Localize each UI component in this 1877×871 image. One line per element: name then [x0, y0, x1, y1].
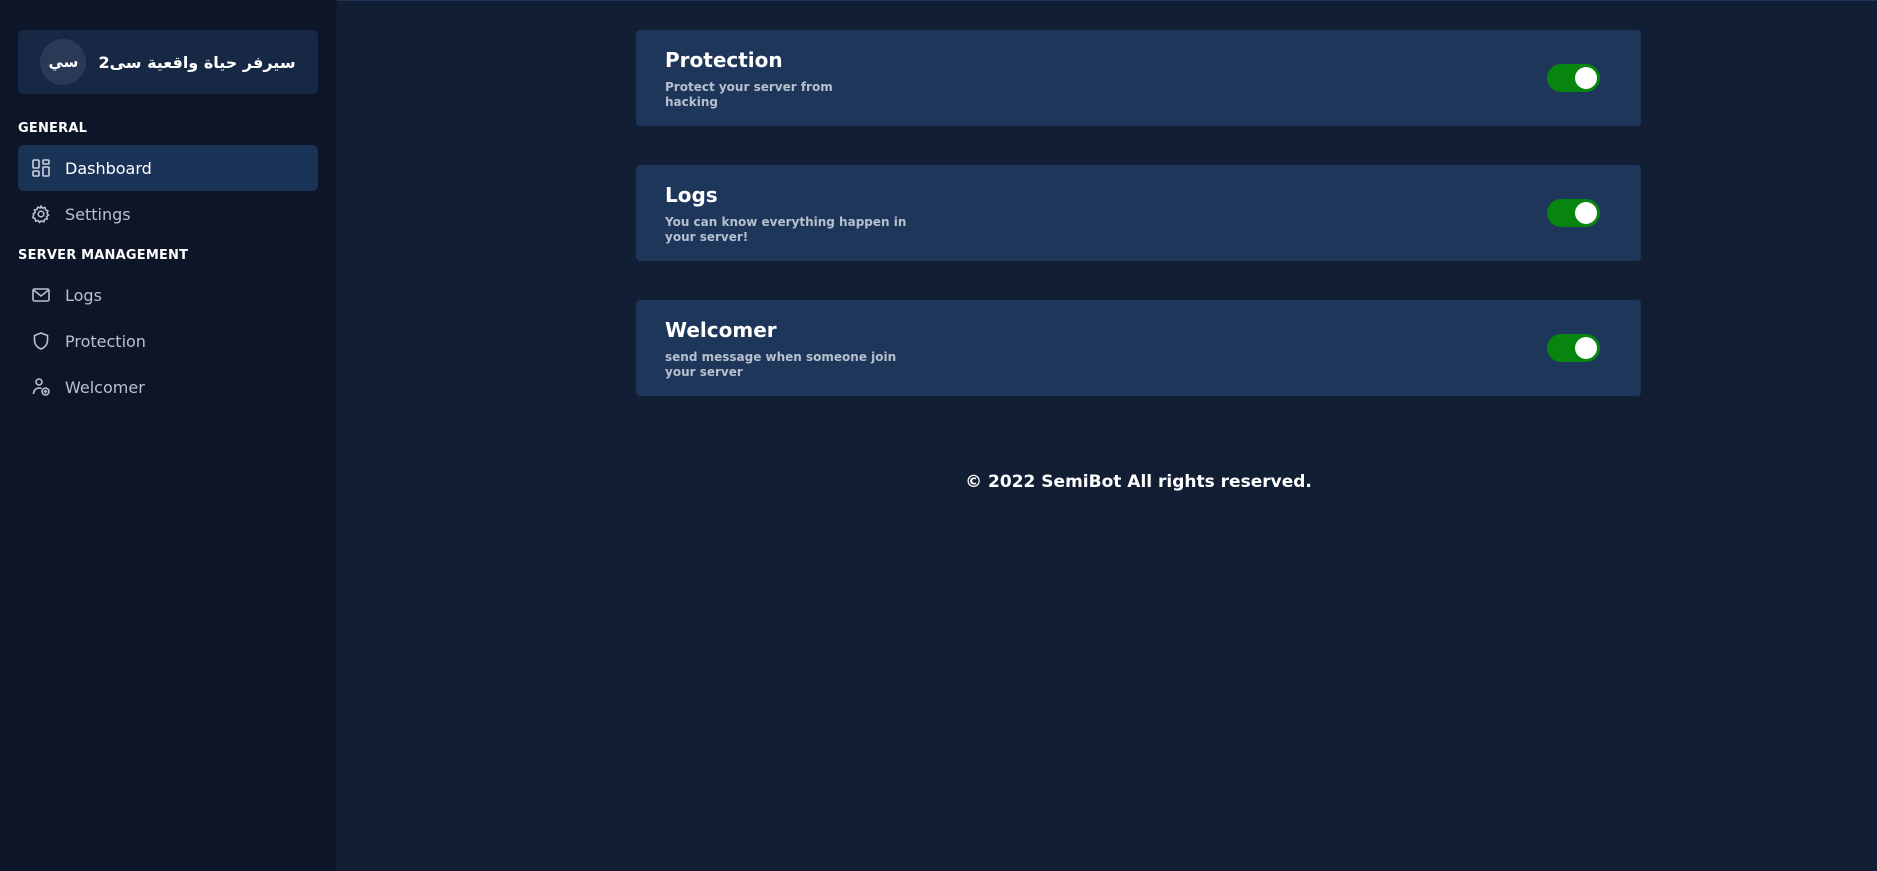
gear-icon: [31, 204, 51, 224]
sidebar-item-settings[interactable]: Settings: [18, 191, 318, 237]
envelope-icon: [31, 285, 51, 305]
module-description: Protect your server from hacking: [665, 80, 833, 109]
welcomer-toggle[interactable]: [1547, 334, 1600, 362]
module-title: Logs: [665, 183, 718, 207]
module-description: send message when someone join your serv…: [665, 350, 897, 379]
dashboard-icon: [31, 158, 51, 178]
footer-copyright: © 2022 SemiBot All rights reserved.: [965, 472, 1312, 492]
sidebar-item-label: Dashboard: [65, 158, 152, 178]
module-card-protection: Protection Protect your server from hack…: [636, 30, 1641, 126]
section-label-server-management: SERVER MANAGEMENT: [18, 248, 189, 263]
protection-toggle[interactable]: [1547, 64, 1600, 92]
sidebar-item-label: Settings: [65, 204, 131, 224]
module-title: Welcomer: [665, 318, 777, 342]
user-add-icon: [31, 377, 51, 397]
sidebar: سي سيرفر حياة واقعية سى2 GENERAL Dashboa…: [0, 0, 337, 871]
sidebar-item-label: Welcomer: [65, 377, 145, 397]
server-avatar: سي: [40, 39, 87, 85]
sidebar-item-label: Logs: [65, 285, 102, 305]
module-card-welcomer: Welcomer send message when someone join …: [636, 300, 1641, 396]
toggle-knob: [1575, 67, 1597, 89]
server-name: سيرفر حياة واقعية سى2: [98, 52, 296, 72]
sidebar-item-logs[interactable]: Logs: [18, 272, 318, 318]
server-selector[interactable]: سي سيرفر حياة واقعية سى2: [18, 30, 318, 94]
module-title: Protection: [665, 48, 783, 72]
sidebar-item-welcomer[interactable]: Welcomer: [18, 364, 318, 410]
sidebar-item-protection[interactable]: Protection: [18, 318, 318, 364]
module-description: You can know everything happen in your s…: [665, 215, 907, 244]
module-card-logs: Logs You can know everything happen in y…: [636, 165, 1641, 261]
shield-icon: [31, 331, 51, 351]
logs-toggle[interactable]: [1547, 199, 1600, 227]
section-label-general: GENERAL: [18, 121, 88, 136]
sidebar-item-label: Protection: [65, 331, 146, 351]
sidebar-item-dashboard[interactable]: Dashboard: [18, 145, 318, 191]
toggle-knob: [1575, 337, 1597, 359]
toggle-knob: [1575, 202, 1597, 224]
